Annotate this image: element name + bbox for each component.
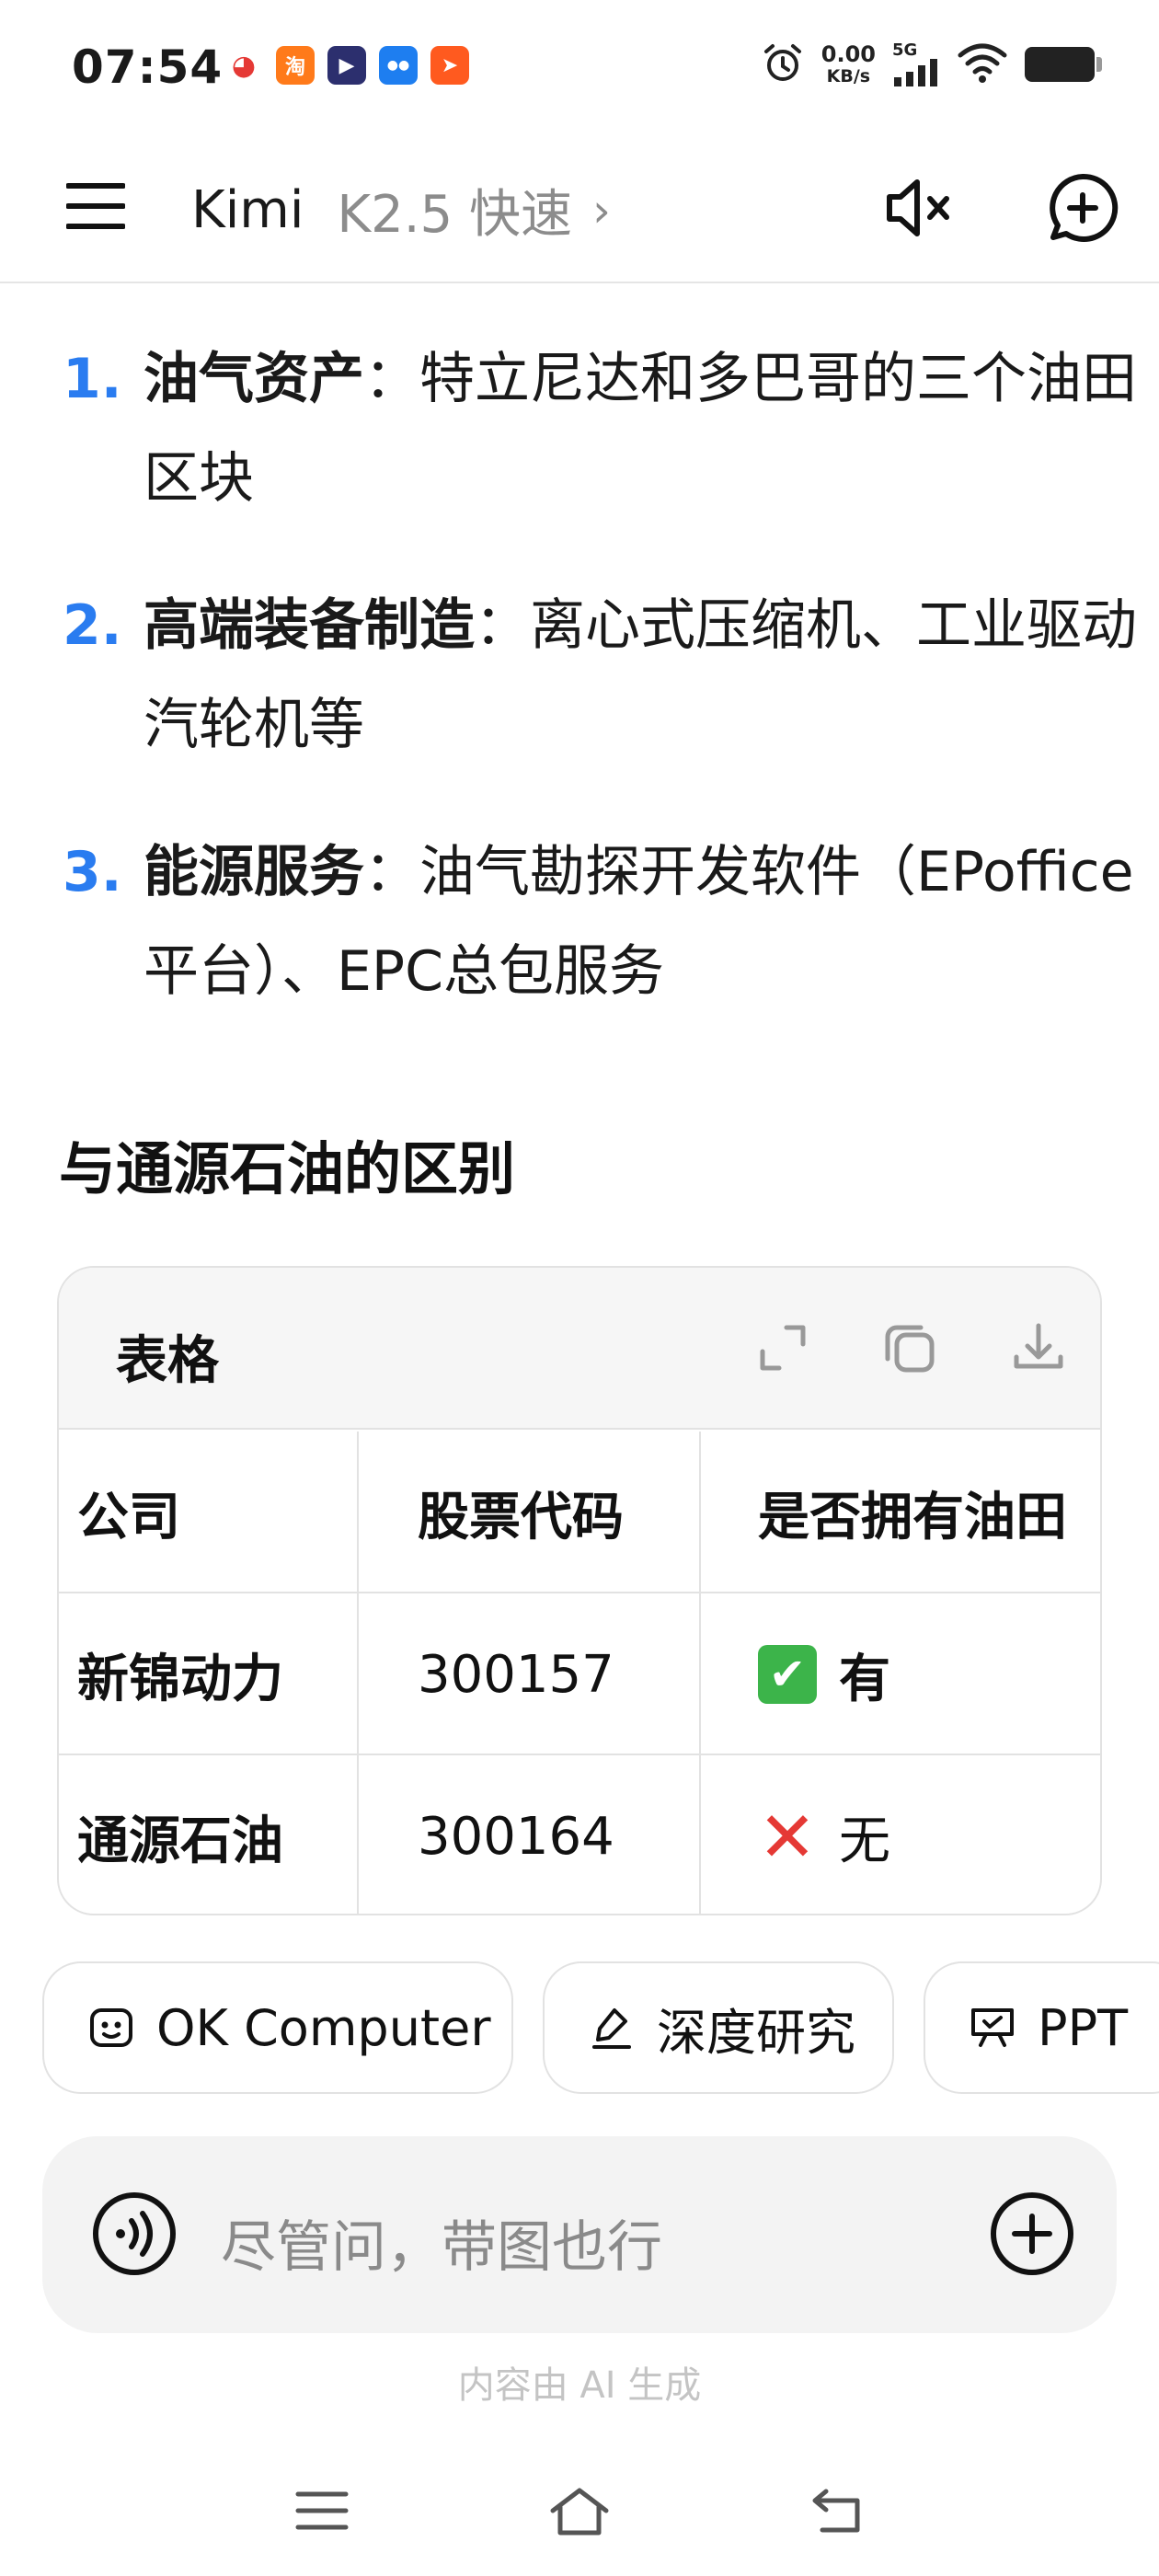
play-app-icon: ▶	[327, 46, 366, 85]
table-row: 新锦动力 300157 ✔ 有	[59, 1593, 1100, 1755]
chat-input-box[interactable]: 尽管问，带图也行	[42, 2136, 1117, 2333]
app-header: Kimi K2.5 快速 ›	[0, 138, 1159, 283]
company-cell: 通源石油	[77, 1811, 283, 1871]
back-icon	[812, 2489, 860, 2533]
speaker-muted-icon	[887, 179, 949, 236]
weibo-icon: ◕	[224, 46, 263, 85]
network-speed-unit: KB/s	[826, 66, 871, 86]
research-icon	[587, 2003, 637, 2053]
download-table-button[interactable]	[1006, 1316, 1071, 1380]
network-speed-value: 0.00	[820, 41, 876, 67]
oilfield-cell: ✔ 有	[758, 1593, 1100, 1755]
hamburger-icon	[66, 183, 125, 229]
oilfield-value: 无	[839, 1811, 890, 1871]
ai-disclaimer: 内容由 AI 生成	[457, 2364, 702, 2407]
cell-signal: 5G	[892, 42, 940, 86]
home-button[interactable]	[543, 2478, 616, 2543]
ppt-chip[interactable]: PPT	[924, 1961, 1159, 2094]
chevron-right-icon: ›	[591, 183, 611, 237]
quick-action-chips: OK Computer 深度研究 PPT	[42, 1961, 1159, 2094]
menu-button[interactable]	[64, 175, 127, 237]
section-heading: 与通源石油的区别	[59, 1135, 516, 1202]
new-chat-icon	[1050, 173, 1119, 242]
table-header-row: 公司 股票代码 是否拥有油田	[59, 1432, 1100, 1593]
oilfield-cell: ✕ 无	[758, 1755, 1100, 1914]
recents-icon	[295, 2491, 349, 2530]
back-button[interactable]	[800, 2478, 874, 2543]
expand-table-button[interactable]	[751, 1316, 815, 1380]
table-card: 表格 公司 股票代码 是否拥有油田 新锦动力 300157 ✔ 有 通源石油 3…	[57, 1266, 1102, 1915]
wifi-icon	[957, 42, 1008, 86]
speaker-mute-button[interactable]	[879, 169, 962, 247]
plus-circle-icon	[991, 2192, 1073, 2275]
table-row: 通源石油 300164 ✕ 无	[59, 1755, 1100, 1914]
status-time: 07:54	[72, 40, 224, 94]
voice-input-button[interactable]	[90, 2190, 178, 2278]
table-toolbar: 表格	[59, 1268, 1100, 1430]
signal-5g-label: 5G	[892, 40, 918, 60]
list-text: 油气资产：特立尼达和多巴哥的三个油田区块	[143, 329, 1155, 528]
robot-icon	[86, 2003, 136, 2053]
chip-label: OK Computer	[156, 1998, 491, 2057]
chip-label: PPT	[1038, 1998, 1129, 2057]
list-number: 2.	[63, 593, 122, 658]
column-header: 股票代码	[418, 1487, 624, 1547]
stock-code-cell: 300157	[418, 1644, 614, 1705]
list-keyword: 能源服务	[143, 840, 364, 904]
stock-code-cell: 300164	[418, 1806, 614, 1867]
send-app-icon: ➤	[430, 46, 469, 85]
company-cell: 新锦动力	[77, 1649, 283, 1709]
signal-bars-icon	[894, 59, 937, 86]
list-keyword: 高端装备制造	[143, 593, 475, 658]
download-icon	[1014, 1323, 1063, 1369]
check-mark-icon: ✔	[758, 1645, 817, 1704]
column-header: 公司	[77, 1487, 180, 1547]
system-nav-bar	[0, 2466, 1159, 2558]
network-speed: 0.00 KB/s	[821, 43, 876, 86]
taobao-icon: 淘	[276, 46, 315, 85]
deep-research-chip[interactable]: 深度研究	[543, 1961, 894, 2094]
alarm-icon	[761, 40, 805, 88]
app-name: Kimi	[191, 180, 304, 240]
new-chat-button[interactable]	[1041, 169, 1124, 247]
owl-app-icon: ●●	[379, 46, 418, 85]
battery-icon	[1025, 47, 1102, 82]
copy-icon	[885, 1325, 935, 1373]
copy-table-button[interactable]	[878, 1316, 942, 1380]
list-number: 1.	[63, 347, 122, 411]
voice-icon	[93, 2192, 176, 2275]
add-attachment-button[interactable]	[988, 2190, 1076, 2278]
cross-mark-icon: ✕	[758, 1795, 817, 1878]
list-number: 3.	[63, 840, 122, 904]
presentation-icon	[968, 2003, 1017, 2053]
chat-input-placeholder[interactable]: 尽管问，带图也行	[221, 2202, 662, 2283]
chip-label: 深度研究	[657, 2003, 855, 2062]
home-icon	[550, 2488, 609, 2536]
list-text: 高端装备制造：离心式压缩机、工业驱动汽轮机等	[143, 576, 1155, 775]
column-header: 是否拥有油田	[758, 1487, 1067, 1547]
ok-computer-chip[interactable]: OK Computer	[42, 1961, 513, 2094]
status-bar: 07:54 ◕ 淘 ▶ ●● ➤ 0.00 KB/s 5G	[0, 0, 1159, 138]
notification-app-icons: ◕ 淘 ▶ ●● ➤	[224, 46, 469, 85]
model-selector[interactable]: Kimi K2.5 快速 ›	[191, 173, 611, 247]
list-text: 能源服务：油气勘探开发软件（EPoffice平台）、EPC总包服务	[143, 822, 1155, 1021]
model-name: K2.5 快速	[337, 185, 572, 245]
status-right: 0.00 KB/s 5G	[761, 40, 1102, 88]
recent-apps-button[interactable]	[285, 2478, 359, 2543]
table-label: 表格	[116, 1331, 219, 1391]
oilfield-value: 有	[839, 1649, 890, 1709]
expand-icon	[760, 1325, 806, 1371]
list-keyword: 油气资产	[143, 347, 364, 411]
